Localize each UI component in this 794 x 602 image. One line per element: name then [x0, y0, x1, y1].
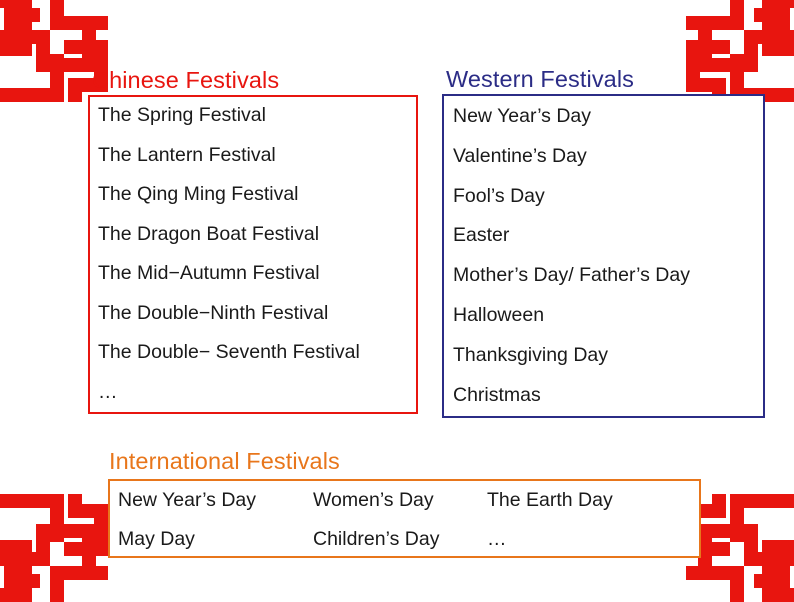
list-item: The Double− Seventh Festival — [98, 341, 360, 363]
slide-canvas: Chinese Festivals The Spring Festival Th… — [0, 0, 794, 602]
international-festivals-grid: New Year’s Day Women’s Day The Earth Day… — [110, 481, 699, 556]
list-item: The Spring Festival — [98, 104, 266, 126]
grid-cell: New Year’s Day — [118, 489, 257, 511]
list-item: Fool’s Day — [453, 184, 545, 207]
list-item: Easter — [453, 224, 510, 247]
list-item: The Lantern Festival — [98, 143, 276, 166]
grid-cell: … — [487, 528, 508, 550]
western-festivals-heading: Western Festivals — [446, 66, 635, 92]
list-item: Mother’s Day/ Father’s Day — [453, 264, 690, 287]
list-item: The Double−Ninth Festival — [98, 301, 329, 324]
chinese-festivals-list: The Spring Festival The Lantern Festival… — [90, 97, 416, 422]
chinese-festivals-box: The Spring Festival The Lantern Festival… — [88, 95, 418, 414]
list-item: The Dragon Boat Festival — [98, 222, 320, 245]
list-item: Thanksgiving Day — [453, 343, 608, 366]
list-item: … — [98, 380, 119, 403]
grid-cell: Children’s Day — [313, 528, 440, 550]
western-festivals-list: New Year’s Day Valentine’s Day Fool’s Da… — [444, 96, 763, 425]
international-festivals-box: New Year’s Day Women’s Day The Earth Day… — [108, 479, 701, 558]
international-festivals-heading: International Festivals — [109, 448, 340, 474]
list-item: New Year’s Day — [453, 105, 592, 127]
chinese-knot-icon-top-right — [686, 0, 794, 102]
chinese-knot-icon-bottom-right — [686, 494, 794, 602]
list-item: Halloween — [453, 303, 545, 326]
grid-cell: May Day — [118, 528, 195, 550]
western-festivals-box: New Year’s Day Valentine’s Day Fool’s Da… — [442, 94, 765, 418]
grid-cell: Women’s Day — [313, 489, 434, 511]
chinese-festivals-heading: Chinese Festivals — [92, 67, 280, 93]
grid-cell: The Earth Day — [487, 489, 613, 511]
list-item: The Qing Ming Festival — [98, 183, 299, 205]
list-item: Christmas — [453, 383, 541, 406]
list-item: The Mid−Autumn Festival — [98, 262, 320, 284]
chinese-knot-icon-bottom-left — [0, 494, 108, 602]
list-item: Valentine’s Day — [453, 144, 587, 167]
